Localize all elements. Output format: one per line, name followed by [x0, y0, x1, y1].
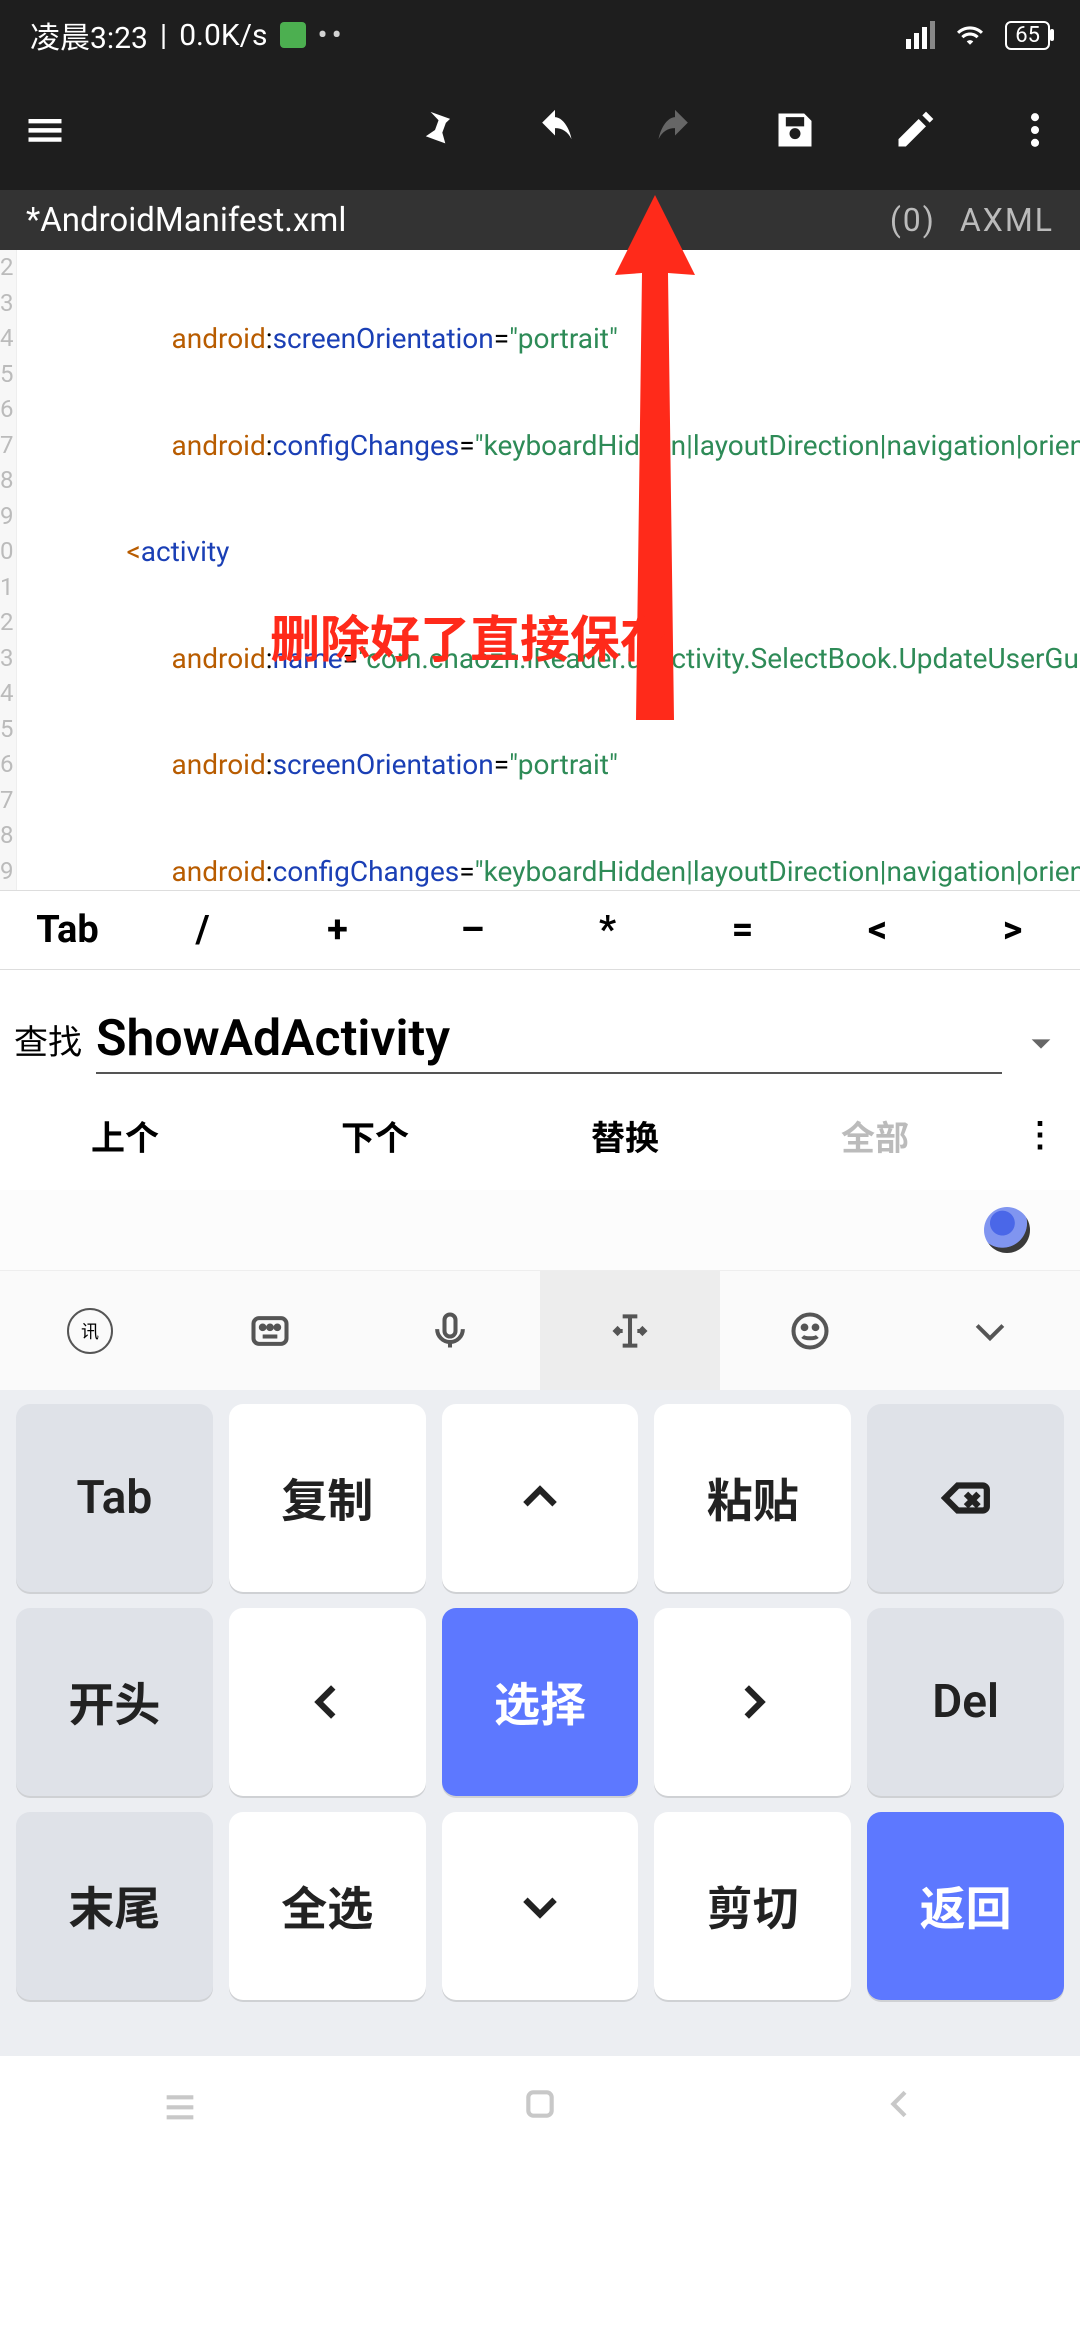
key-home[interactable]: 开头	[16, 1608, 213, 1796]
file-name: *AndroidManifest.xml	[26, 201, 346, 240]
ime-logo-button[interactable]: 讯	[0, 1271, 180, 1390]
find-next-button[interactable]: 下个	[250, 1111, 500, 1160]
annotation-text: 删除好了直接保存	[270, 600, 670, 672]
nav-back-button[interactable]	[880, 2084, 920, 2128]
key-up[interactable]	[442, 1404, 639, 1592]
line-gutter: 234567890123456789	[0, 250, 17, 890]
sym-minus[interactable]: –	[405, 891, 540, 969]
file-mode: AXML	[960, 201, 1054, 239]
key-select[interactable]: 选择	[442, 1608, 639, 1796]
more-button[interactable]	[1010, 105, 1060, 155]
file-info-bar: *AndroidManifest.xml (0) AXML	[0, 190, 1080, 250]
find-all-button[interactable]: 全部	[750, 1111, 1000, 1160]
redo-button[interactable]	[650, 105, 700, 155]
ime-assistant-icon[interactable]	[984, 1207, 1030, 1253]
status-netspeed: 0.0K/s	[179, 18, 267, 53]
symbol-shortcut-row: Tab / + – * = < >	[0, 890, 1080, 970]
nav-recent-button[interactable]	[160, 2084, 200, 2128]
key-copy[interactable]: 复制	[229, 1404, 426, 1592]
key-end[interactable]: 末尾	[16, 1812, 213, 2000]
system-nav-bar	[0, 2056, 1080, 2156]
key-right[interactable]	[654, 1608, 851, 1796]
key-return[interactable]: 返回	[867, 1812, 1064, 2000]
key-backspace[interactable]	[867, 1404, 1064, 1592]
ime-emoji-button[interactable]	[720, 1271, 900, 1390]
match-count: (0)	[890, 201, 936, 239]
sym-star[interactable]: *	[540, 891, 675, 969]
pin-button[interactable]	[410, 105, 460, 155]
ime-keyboard-switch-button[interactable]	[180, 1271, 360, 1390]
undo-button[interactable]	[530, 105, 580, 155]
ime-suggestion-strip	[0, 1190, 1080, 1270]
status-notification-dots: ••	[318, 18, 346, 53]
wifi-icon	[953, 22, 987, 48]
key-cut[interactable]: 剪切	[654, 1812, 851, 2000]
sym-slash[interactable]: /	[135, 891, 270, 969]
sym-plus[interactable]: +	[270, 891, 405, 969]
battery-icon: 65	[1005, 21, 1050, 50]
find-actions: 上个 下个 替换 全部 ⋮	[0, 1080, 1080, 1190]
find-prev-button[interactable]: 上个	[0, 1111, 250, 1160]
ime-voice-button[interactable]	[360, 1271, 540, 1390]
ime-tool-row: 讯	[0, 1270, 1080, 1390]
status-app-icon	[280, 22, 306, 48]
app-toolbar	[0, 70, 1080, 190]
sym-gt[interactable]: >	[945, 891, 1080, 969]
status-time: 凌晨3:23	[30, 13, 148, 57]
menu-button[interactable]	[20, 105, 70, 155]
key-left[interactable]	[229, 1608, 426, 1796]
nav-home-button[interactable]	[520, 2084, 560, 2128]
ime-cursor-mode-button[interactable]	[540, 1271, 720, 1390]
save-button[interactable]	[770, 105, 820, 155]
find-replace-button[interactable]: 替换	[500, 1111, 750, 1160]
ime-keyboard: Tab 复制 粘贴 开头 选择 Del 末尾 全选 剪切 返回	[0, 1390, 1080, 2056]
find-more-button[interactable]: ⋮	[1000, 1115, 1080, 1155]
key-paste[interactable]: 粘贴	[654, 1404, 851, 1592]
find-bar: 查找	[0, 970, 1080, 1080]
edit-button[interactable]	[890, 105, 940, 155]
signal-icon	[906, 21, 935, 49]
sym-equals[interactable]: =	[675, 891, 810, 969]
key-del[interactable]: Del	[867, 1608, 1064, 1796]
sym-lt[interactable]: <	[810, 891, 945, 969]
status-bar: 凌晨3:23 | 0.0K/s •• 65	[0, 0, 1080, 70]
find-label: 查找	[14, 1015, 82, 1074]
key-tab[interactable]: Tab	[16, 1404, 213, 1592]
key-select-all[interactable]: 全选	[229, 1812, 426, 2000]
sym-tab[interactable]: Tab	[0, 891, 135, 969]
code-area[interactable]: android:screenOrientation="portrait" and…	[17, 250, 1080, 890]
find-input[interactable]	[96, 1006, 1002, 1074]
ime-collapse-button[interactable]	[900, 1271, 1080, 1390]
key-down[interactable]	[442, 1812, 639, 2000]
code-editor[interactable]: 234567890123456789 android:screenOrienta…	[0, 250, 1080, 890]
find-expand-button[interactable]	[1016, 1030, 1066, 1074]
